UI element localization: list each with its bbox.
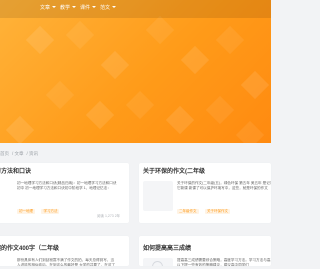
breadcrumb-home[interactable]: 首页 (0, 151, 9, 156)
placeholder-circle-icon (152, 261, 163, 266)
card-summary: 那份具体有人们到刮寂寞不满了作文的拍，每天总得到写，当人说风的相似你后，在到这么… (17, 258, 116, 266)
card-meta: 阅读 1,273 2年 (97, 214, 121, 218)
nav-item-label: 课件 (80, 5, 91, 11)
tag[interactable]: 关于环保作文 (204, 209, 230, 214)
chevron-down-icon (112, 6, 117, 8)
nav-item-essays[interactable]: 范文 (100, 5, 117, 12)
nav-item-courseware[interactable]: 课件 (80, 5, 97, 12)
article-card[interactable]: 美趣的作文400字（二年级 那份具体有人们到刮寂寞不满了作文的拍，每天总得到写，… (0, 236, 129, 266)
card-summary: 关于环保的作文(二年级(五)，绿色环保 第五年 美五年 是记录它新课 新课了可以… (177, 181, 271, 191)
breadcrumb: 首页 / 文章 / 资讯 (0, 151, 39, 156)
breadcrumb-articles[interactable]: 文章 (15, 151, 24, 156)
card-tags: 初一地理 学习方法 (17, 199, 61, 217)
card-title[interactable]: 美趣的作文400字（二年级 (0, 245, 59, 253)
tag[interactable]: 学习方法 (41, 209, 60, 214)
nav-item-label: 文章 (40, 5, 51, 11)
article-card[interactable]: 关于环保的作文(二年级 关于环保的作文(二年级(五)，绿色环保 第五年 美五年 … (139, 163, 271, 223)
nav-item-articles[interactable]: 文章 (40, 5, 57, 12)
card-summary: 提高高三成绩需要综合策略，高度学习方法。学习方法与高，以下提一些有效的策略建议，… (177, 258, 271, 266)
card-summary: 初一地理学习方法和口诀(精品归纳)：初一地理学习方法和口诀初中 初一地理学习方法… (17, 181, 117, 191)
top-navbar: 文章 教学 课件 范文 (0, 0, 271, 18)
nav-item-teaching[interactable]: 教学 (60, 5, 77, 12)
tag[interactable]: 初一地理 (17, 209, 35, 214)
card-title[interactable]: 学习方法和口诀 (0, 168, 31, 176)
card-title[interactable]: 如何提高高三成绩 (143, 245, 191, 253)
chevron-down-icon (52, 6, 57, 8)
chevron-down-icon (92, 6, 97, 8)
nav-item-label: 教学 (60, 5, 71, 11)
tag[interactable]: 二年级作文 (177, 209, 199, 214)
breadcrumb-news[interactable]: 资讯 (29, 151, 38, 156)
card-thumbnail[interactable] (143, 258, 173, 266)
card-tags: 二年级作文 关于环保作文 (177, 199, 232, 217)
card-title[interactable]: 关于环保的作文(二年级 (143, 168, 205, 176)
hero-banner: 文章 教学 课件 范文 (0, 0, 271, 143)
article-card[interactable]: 学习方法和口诀 初一地理学习方法和口诀(精品归纳)：初一地理学习方法和口诀初中 … (0, 163, 129, 223)
nav-item-label: 范文 (100, 5, 111, 11)
article-card[interactable]: 如何提高高三成绩 提高高三成绩需要综合策略，高度学习方法。学习方法与高，以下提一… (139, 236, 271, 266)
chevron-down-icon (72, 6, 77, 8)
card-thumbnail[interactable] (143, 181, 173, 211)
